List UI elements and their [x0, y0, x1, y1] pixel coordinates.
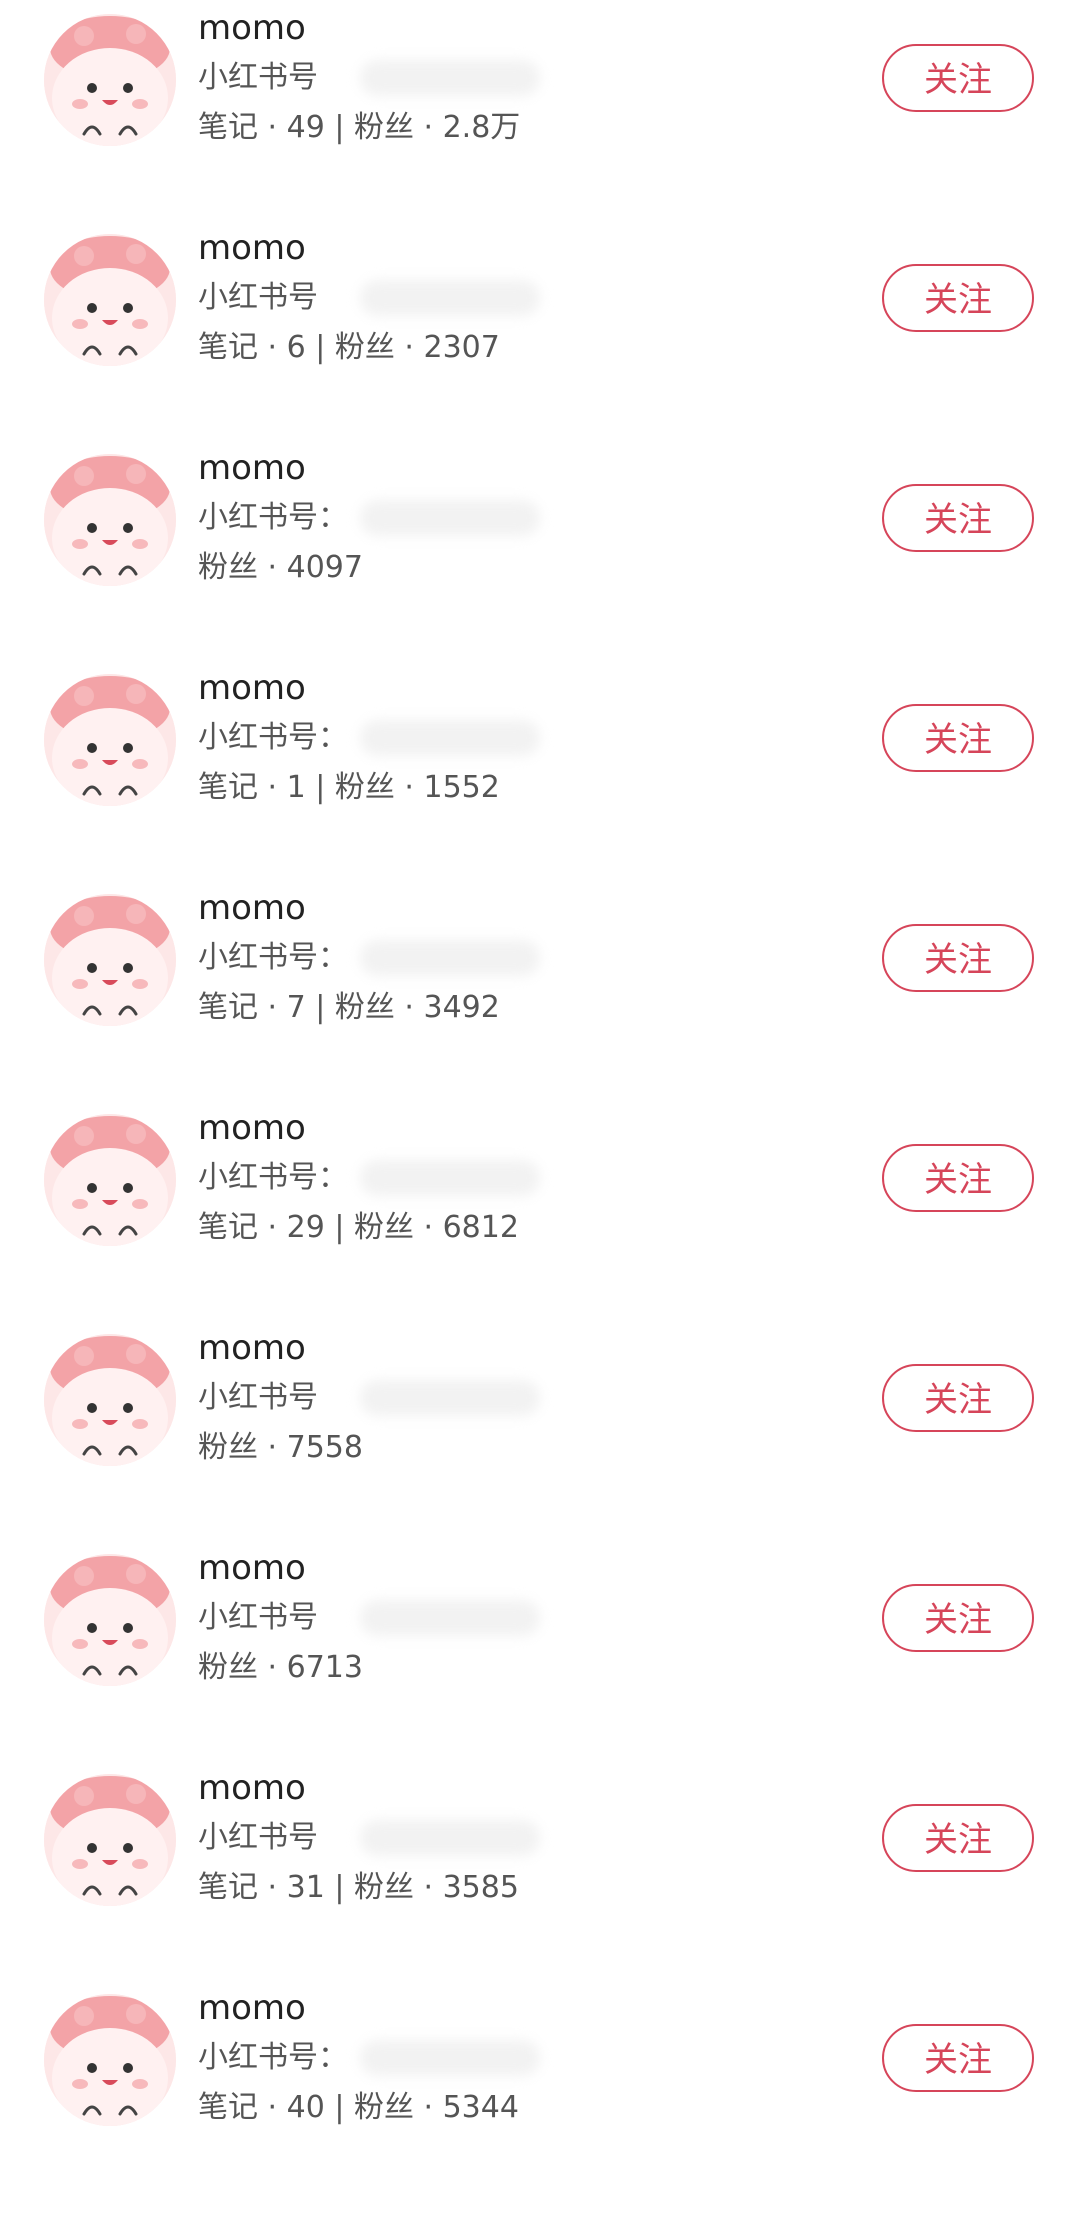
user-row[interactable]: momo 小红书号 粉丝 · 7558 关注: [0, 1320, 1080, 1540]
red-id-value-blurred: [360, 500, 540, 536]
follow-button[interactable]: 关注: [882, 1804, 1034, 1872]
red-id-value-blurred: [360, 2040, 540, 2076]
user-stats: 粉丝 · 6713: [198, 1650, 363, 1685]
red-id-label: 小红书号：: [198, 2040, 348, 2075]
pink-blob-avatar-icon: [44, 1554, 176, 1686]
pink-blob-avatar-icon: [44, 454, 176, 586]
red-id-label: 小红书号: [198, 1380, 318, 1415]
avatar[interactable]: [44, 234, 176, 366]
user-stats: 粉丝 · 7558: [198, 1430, 363, 1465]
red-id-label: 小红书号: [198, 280, 318, 315]
red-id-value-blurred: [360, 280, 540, 316]
user-stats: 笔记 · 1 | 粉丝 · 1552: [198, 770, 500, 805]
user-row[interactable]: momo 小红书号： 笔记 · 40 | 粉丝 · 5344 关注: [0, 1980, 1080, 2200]
user-name[interactable]: momo: [198, 226, 306, 270]
user-name[interactable]: momo: [198, 1546, 306, 1590]
user-name[interactable]: momo: [198, 666, 306, 710]
pink-blob-avatar-icon: [44, 234, 176, 366]
user-list: momo 小红书号 笔记 · 49 | 粉丝 · 2.8万 关注 momo 小红…: [0, 0, 1080, 2213]
pink-blob-avatar-icon: [44, 674, 176, 806]
follow-button[interactable]: 关注: [882, 704, 1034, 772]
pink-blob-avatar-icon: [44, 1994, 176, 2126]
follow-button[interactable]: 关注: [882, 1584, 1034, 1652]
follow-button[interactable]: 关注: [882, 2024, 1034, 2092]
follow-button[interactable]: 关注: [882, 1144, 1034, 1212]
red-id-value-blurred: [360, 1380, 540, 1416]
user-name[interactable]: momo: [198, 886, 306, 930]
avatar[interactable]: [44, 14, 176, 146]
avatar[interactable]: [44, 1554, 176, 1686]
user-name[interactable]: momo: [198, 1326, 306, 1370]
avatar[interactable]: [44, 894, 176, 1026]
avatar[interactable]: [44, 1334, 176, 1466]
red-id-value-blurred: [360, 720, 540, 756]
user-row[interactable]: momo 小红书号 笔记 · 6 | 粉丝 · 2307 关注: [0, 220, 1080, 440]
avatar[interactable]: [44, 1994, 176, 2126]
user-name[interactable]: momo: [198, 1106, 306, 1150]
user-row[interactable]: momo 小红书号： 笔记 · 1 | 粉丝 · 1552 关注: [0, 660, 1080, 880]
user-name[interactable]: momo: [198, 1986, 306, 2030]
user-name[interactable]: momo: [198, 446, 306, 490]
follow-button[interactable]: 关注: [882, 924, 1034, 992]
red-id-value-blurred: [360, 60, 540, 96]
red-id-label: 小红书号: [198, 1820, 318, 1855]
follow-button[interactable]: 关注: [882, 44, 1034, 112]
pink-blob-avatar-icon: [44, 1114, 176, 1246]
red-id-label: 小红书号：: [198, 500, 348, 535]
user-row[interactable]: momo 小红书号： 粉丝 · 4097 关注: [0, 440, 1080, 660]
red-id-value-blurred: [360, 940, 540, 976]
pink-blob-avatar-icon: [44, 894, 176, 1026]
user-stats: 笔记 · 6 | 粉丝 · 2307: [198, 330, 500, 365]
avatar[interactable]: [44, 1114, 176, 1246]
user-stats: 笔记 · 7 | 粉丝 · 3492: [198, 990, 500, 1025]
pink-blob-avatar-icon: [44, 1774, 176, 1906]
red-id-value-blurred: [360, 1820, 540, 1856]
user-stats: 笔记 · 49 | 粉丝 · 2.8万: [198, 110, 521, 145]
avatar[interactable]: [44, 674, 176, 806]
avatar[interactable]: [44, 454, 176, 586]
red-id-value-blurred: [360, 1160, 540, 1196]
user-row[interactable]: momo 小红书号： 笔记 · 29 | 粉丝 · 6812 关注: [0, 1100, 1080, 1320]
user-stats: 笔记 · 31 | 粉丝 · 3585: [198, 1870, 519, 1905]
red-id-label: 小红书号：: [198, 720, 348, 755]
red-id-value-blurred: [360, 1600, 540, 1636]
red-id-label: 小红书号：: [198, 940, 348, 975]
pink-blob-avatar-icon: [44, 14, 176, 146]
user-row[interactable]: momo 小红书号 笔记 · 31 | 粉丝 · 3585 关注: [0, 1760, 1080, 1980]
red-id-label: 小红书号: [198, 1600, 318, 1635]
pink-blob-avatar-icon: [44, 1334, 176, 1466]
follow-button[interactable]: 关注: [882, 484, 1034, 552]
user-stats: 笔记 · 29 | 粉丝 · 6812: [198, 1210, 519, 1245]
follow-button[interactable]: 关注: [882, 1364, 1034, 1432]
user-name[interactable]: momo: [198, 1766, 306, 1810]
avatar[interactable]: [44, 1774, 176, 1906]
user-stats: 粉丝 · 4097: [198, 550, 363, 585]
user-row[interactable]: momo 小红书号 粉丝 · 6713 关注: [0, 1540, 1080, 1760]
user-name[interactable]: momo: [198, 6, 306, 50]
follow-button[interactable]: 关注: [882, 264, 1034, 332]
red-id-label: 小红书号：: [198, 1160, 348, 1195]
user-row[interactable]: momo 小红书号 笔记 · 49 | 粉丝 · 2.8万 关注: [0, 0, 1080, 220]
red-id-label: 小红书号: [198, 60, 318, 95]
user-stats: 笔记 · 40 | 粉丝 · 5344: [198, 2090, 519, 2125]
user-row[interactable]: momo 小红书号： 笔记 · 7 | 粉丝 · 3492 关注: [0, 880, 1080, 1100]
